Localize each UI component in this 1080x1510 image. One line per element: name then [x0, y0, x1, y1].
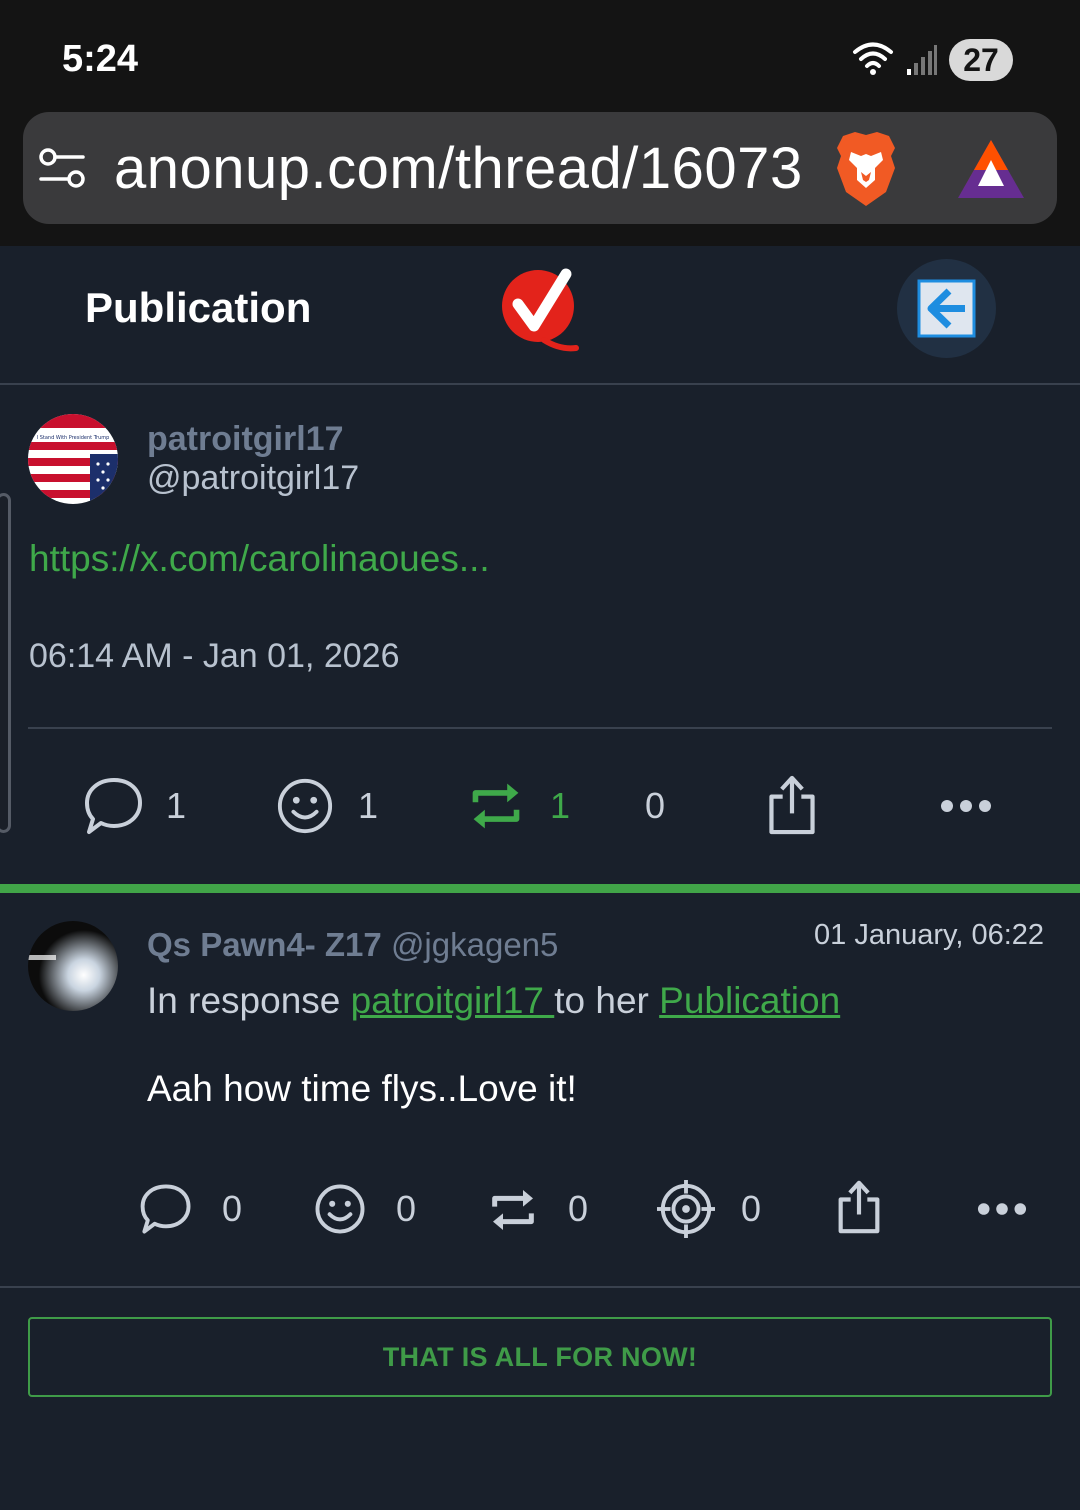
reply-reaction-count: 0	[396, 1188, 417, 1229]
battery-indicator: 27	[949, 39, 1013, 81]
arrow-left-icon	[917, 279, 976, 338]
smiley-icon[interactable]	[276, 777, 334, 835]
reaction-count: 1	[358, 785, 379, 826]
signal-icon	[907, 45, 937, 75]
brave-shields-icon[interactable]	[831, 128, 901, 208]
reply-context-prefix: In response	[147, 980, 341, 1021]
avatar[interactable]: I Stand With President Trump	[28, 414, 118, 504]
reply-target-count: 0	[741, 1188, 762, 1229]
reply-text: Aah how time flys..Love it!	[147, 1068, 577, 1109]
more-options-icon[interactable]	[940, 799, 992, 813]
repost-icon[interactable]	[488, 1185, 538, 1235]
more-options-icon[interactable]	[977, 1202, 1027, 1216]
target-icon[interactable]	[657, 1180, 715, 1238]
reply-author-handle[interactable]: @jgkagen5	[391, 926, 558, 963]
other-count: 0	[645, 785, 666, 826]
reply-context-user-link[interactable]: patroitgirl17	[351, 980, 555, 1021]
reply-author[interactable]: Qs Pawn4- Z17 @jgkagen5	[147, 926, 558, 964]
comment-count: 1	[166, 785, 187, 826]
site-settings-icon[interactable]	[39, 146, 85, 190]
comment-icon[interactable]	[140, 1183, 192, 1235]
share-icon[interactable]	[764, 772, 820, 838]
browser-toolbar: anonup.com/thread/160739	[0, 112, 1080, 246]
reply-avatar-image	[28, 921, 118, 1011]
reply-comment-count: 0	[222, 1188, 243, 1229]
post-author-handle[interactable]: @patroitgirl17	[147, 459, 359, 498]
comment-icon[interactable]	[84, 776, 144, 836]
reply-author-name[interactable]: Qs Pawn4- Z17	[147, 926, 382, 963]
post-timestamp: 06:14 AM - Jan 01, 2026	[29, 637, 400, 675]
reply-context-mid: to her	[554, 980, 649, 1021]
wifi-icon	[853, 42, 893, 75]
url-text[interactable]: anonup.com/thread/160739	[114, 134, 804, 204]
smiley-icon[interactable]	[314, 1183, 366, 1235]
anonup-logo-icon[interactable]	[500, 264, 580, 352]
reply-date: 01 January, 06:22	[814, 919, 1045, 951]
reply-avatar[interactable]	[28, 921, 118, 1011]
scroll-handle[interactable]	[0, 493, 11, 833]
reply-context: In response patroitgirl17 to her Publica…	[147, 980, 840, 1022]
url-bar[interactable]: anonup.com/thread/160739	[23, 112, 1057, 224]
flag-avatar-image: I Stand With President Trump	[28, 414, 118, 504]
section-separator	[0, 884, 1080, 893]
share-icon[interactable]	[834, 1178, 884, 1236]
repost-icon[interactable]	[468, 778, 524, 834]
app-header: Publication	[0, 246, 1080, 385]
brave-rewards-icon[interactable]	[956, 138, 1026, 200]
divider	[28, 727, 1052, 729]
page-title: Publication	[85, 284, 312, 331]
back-button[interactable]	[897, 259, 996, 358]
end-of-thread-banner: THAT IS ALL FOR NOW!	[28, 1317, 1052, 1397]
post-link[interactable]: https://x.com/carolinaoues...	[29, 538, 490, 580]
divider	[0, 1286, 1080, 1288]
post-author-name[interactable]: patroitgirl17	[147, 420, 343, 459]
reply-context-publication-link[interactable]: Publication	[659, 980, 840, 1021]
status-time: 5:24	[62, 38, 139, 80]
reply-repost-count: 0	[568, 1188, 589, 1229]
svg-text:I Stand With President Trump: I Stand With President Trump	[37, 435, 110, 441]
status-bar: 5:24 27	[0, 0, 1080, 112]
repost-count: 1	[550, 785, 571, 826]
